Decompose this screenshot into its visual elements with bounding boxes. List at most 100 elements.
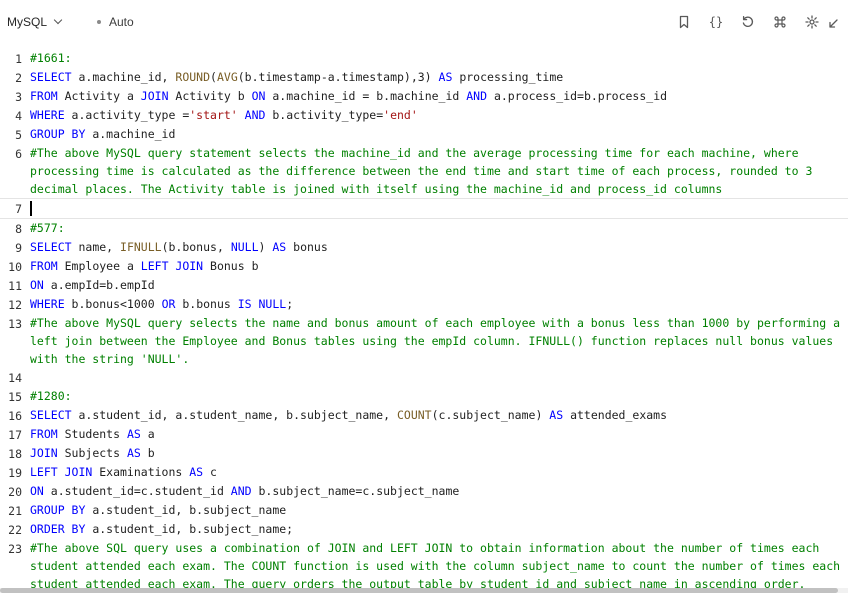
code-line[interactable]: 5 GROUP BY a.machine_id (0, 125, 848, 144)
code-line[interactable]: 22 ORDER BY a.student_id, b.subject_name; (0, 520, 848, 539)
line-number: 14 (8, 371, 22, 385)
code-line[interactable]: 16 SELECT a.student_id, a.student_name, b… (0, 406, 848, 425)
code-token: AND (244, 108, 266, 122)
line-number: 18 (8, 447, 22, 461)
settings-icon[interactable] (796, 12, 828, 32)
code-line[interactable]: 12 WHERE b.bonus<1000 OR b.bonus IS NULL; (0, 295, 848, 314)
code-token: (b.timestamp-a.timestamp),3) (237, 70, 439, 84)
code-token: b.bonus (175, 297, 238, 311)
code-token: #The above MySQL query statement selects… (30, 146, 820, 196)
code-text: #1280: (22, 387, 848, 406)
code-text: SELECT name, IFNULL(b.bonus, NULL) AS bo… (22, 238, 848, 257)
line-number: 11 (8, 279, 22, 293)
code-token: AVG (216, 70, 238, 84)
expand-icon[interactable] (828, 12, 848, 32)
code-line[interactable]: 11 ON a.empId=b.empId (0, 276, 848, 295)
code-token: 'start' (189, 108, 238, 122)
code-token: 'end' (383, 108, 418, 122)
shortcut-icon[interactable] (764, 12, 796, 32)
code-text: FROM Employee a LEFT JOIN Bonus b (22, 257, 848, 276)
code-text: FROM Activity a JOIN Activity b ON a.mac… (22, 87, 848, 106)
code-token: GROUP BY (30, 127, 86, 141)
code-token: bonus (286, 240, 328, 254)
code-token: Bonus b (203, 259, 259, 273)
code-token: processing_time (452, 70, 564, 84)
code-token: AS (126, 427, 141, 441)
code-token: JOIN (30, 446, 58, 460)
code-line[interactable]: 4 WHERE a.activity_type ='start' AND b.ac… (0, 106, 848, 125)
code-token: AS (126, 446, 141, 460)
code-token: Activity a (57, 89, 141, 103)
line-number: 1 (15, 52, 22, 66)
code-line[interactable]: 17 FROM Students AS a (0, 425, 848, 444)
braces-icon[interactable]: {} (700, 12, 732, 32)
code-line[interactable]: 7​ (0, 198, 848, 219)
scrollbar-thumb[interactable] (0, 588, 838, 593)
code-token: #The above SQL query uses a combination … (30, 541, 847, 591)
code-token: Students (57, 427, 127, 441)
code-token: #577: (30, 221, 65, 235)
code-token: c (203, 465, 217, 479)
code-line[interactable]: 15 #1280: (0, 387, 848, 406)
status-dot-icon (97, 20, 101, 24)
code-token: IFNULL (120, 240, 162, 254)
code-line[interactable]: 1 #1661: (0, 49, 848, 68)
line-number: 4 (15, 109, 22, 123)
language-select[interactable]: MySQL (7, 15, 63, 29)
code-token: LEFT JOIN (30, 465, 93, 479)
line-number: 9 (15, 241, 22, 255)
line-number: 22 (8, 523, 22, 537)
code-token: b (140, 446, 155, 460)
code-line[interactable]: 10 FROM Employee a LEFT JOIN Bonus b (0, 257, 848, 276)
reset-icon[interactable] (732, 12, 764, 32)
line-number: 21 (8, 504, 22, 518)
code-line[interactable]: 18 JOIN Subjects AS b (0, 444, 848, 463)
code-editor[interactable]: 1 #1661: 2 SELECT a.machine_id, ROUND(AVG(b… (0, 49, 848, 593)
line-number: 7 (15, 202, 22, 216)
line-number: 13 (8, 317, 22, 331)
code-text: ​ (22, 199, 848, 218)
code-token: a.student_id, a.student_name, b.subject_… (71, 408, 397, 422)
code-token: AS (272, 240, 287, 254)
code-token: b.bonus<1000 (64, 297, 162, 311)
line-number: 8 (15, 222, 22, 236)
code-token: FROM (30, 427, 58, 441)
code-text: ​ (22, 368, 848, 387)
code-token: #1661: (30, 51, 72, 65)
line-number: 2 (15, 71, 22, 85)
code-line[interactable]: 9 SELECT name, IFNULL(b.bonus, NULL) AS b… (0, 238, 848, 257)
code-token: AND (230, 484, 252, 498)
code-line[interactable]: 2 SELECT a.machine_id, ROUND(AVG(b.timest… (0, 68, 848, 87)
horizontal-scrollbar[interactable] (0, 588, 848, 593)
code-line[interactable]: 3 FROM Activity a JOIN Activity b ON a.ma… (0, 87, 848, 106)
code-token: ON (30, 484, 44, 498)
mode-label: Auto (109, 15, 134, 29)
code-line[interactable]: 21 GROUP BY a.student_id, b.subject_name (0, 501, 848, 520)
bookmark-icon[interactable] (668, 12, 700, 32)
code-text: ON a.student_id=c.student_id AND b.subje… (22, 482, 848, 501)
code-line[interactable]: 23 #The above SQL query uses a combinatio… (0, 539, 848, 593)
code-token: ) (258, 240, 273, 254)
code-text: #577: (22, 219, 848, 238)
code-token: a.student_id, b.subject_name; (85, 522, 294, 536)
code-token: LEFT JOIN (140, 259, 204, 273)
line-number: 23 (8, 542, 22, 556)
code-line[interactable]: 19 LEFT JOIN Examinations AS c (0, 463, 848, 482)
line-number: 5 (15, 128, 22, 142)
line-number: 16 (8, 409, 22, 423)
code-token: ORDER BY (30, 522, 86, 536)
code-token: #The above MySQL query selects the name … (30, 316, 847, 366)
code-token: ; (286, 297, 294, 311)
code-line[interactable]: 6 #The above MySQL query statement select… (0, 144, 848, 198)
code-line[interactable]: 8 #577: (0, 219, 848, 238)
line-number: 19 (8, 466, 22, 480)
code-line[interactable]: 13 #The above MySQL query selects the nam… (0, 314, 848, 368)
code-token: a.empId=b.empId (43, 278, 155, 292)
code-line[interactable]: 20 ON a.student_id=c.student_id AND b.sub… (0, 482, 848, 501)
code-text: FROM Students AS a (22, 425, 848, 444)
code-line[interactable]: 14​ (0, 368, 848, 387)
auto-mode-indicator[interactable]: Auto (97, 15, 134, 29)
code-text: #The above MySQL query statement selects… (22, 144, 848, 198)
code-text: GROUP BY a.student_id, b.subject_name (22, 501, 848, 520)
code-text: GROUP BY a.machine_id (22, 125, 848, 144)
